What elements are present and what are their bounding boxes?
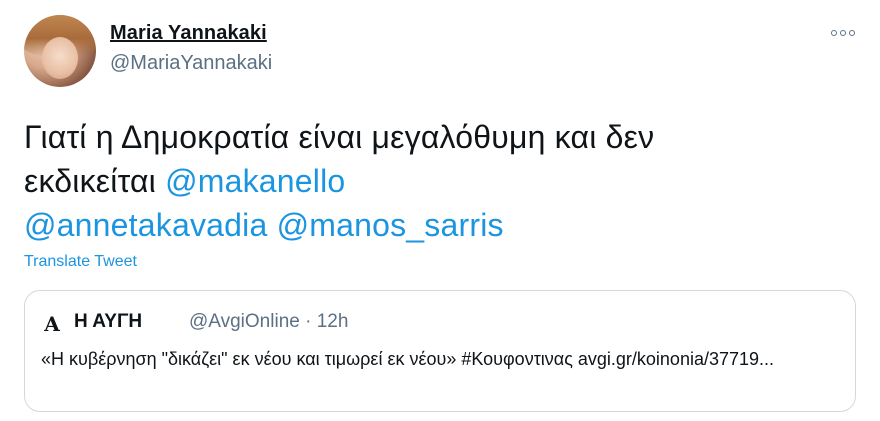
tweet-card: Maria Yannakaki @MariaYannakaki Γιατί η … <box>0 0 880 421</box>
avatar[interactable] <box>24 15 96 87</box>
quoted-tweet-text: «Η κυβέρνηση "δικάζει" εκ νέου και τιμωρ… <box>41 349 775 369</box>
quoted-author-meta: @AvgiOnline · 12h <box>189 311 349 332</box>
more-options-icon[interactable] <box>828 27 858 39</box>
tweet-text-line1: Γιατί η Δημοκρατία είναι μεγαλόθυμη και … <box>24 119 655 155</box>
quoted-tweet[interactable]: A Η ΑΥΓΗ @AvgiOnline · 12h «Η κυβέρνηση … <box>24 290 856 412</box>
tweet-text: Γιατί η Δημοκρατία είναι μεγαλόθυμη και … <box>24 115 844 247</box>
mention-link[interactable]: @makanello <box>165 163 345 199</box>
author-handle[interactable]: @MariaYannakaki <box>110 52 272 75</box>
tweet-text-line2: εκδικείται <box>24 163 166 199</box>
avatar-face <box>42 37 78 79</box>
translate-tweet-link[interactable]: Translate Tweet <box>24 253 137 271</box>
mention-link[interactable]: @annetakavadia <box>24 207 267 243</box>
mention-link[interactable]: @manos_sarris <box>277 207 504 243</box>
author-name[interactable]: Maria Yannakaki <box>110 22 267 45</box>
avgi-logo-icon: A <box>44 312 60 336</box>
quoted-author-name: Η ΑΥΓΗ <box>74 311 143 332</box>
